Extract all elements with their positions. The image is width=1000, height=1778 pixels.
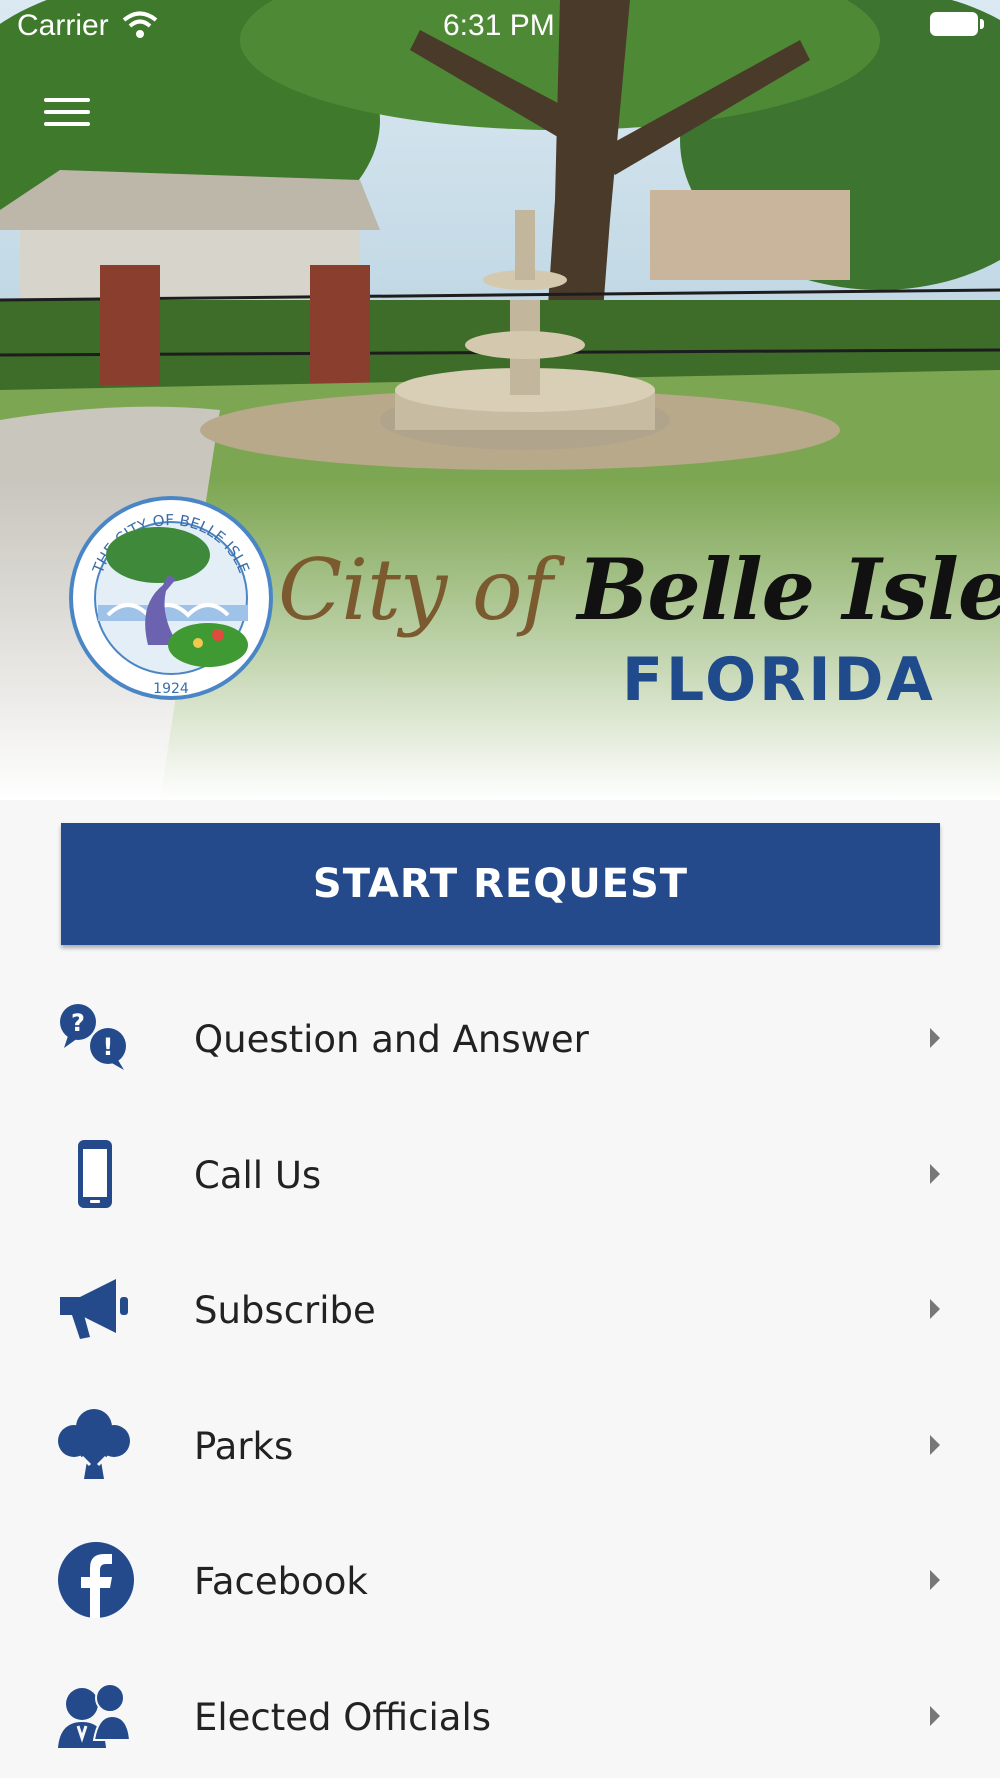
brand-state: FLORIDA [622,645,936,715]
menu-item-label: Question and Answer [194,1018,589,1061]
hamburger-menu-icon[interactable] [44,98,90,134]
clock: 6:31 PM [443,9,555,42]
chevron-right-icon [930,1570,940,1590]
chevron-right-icon [930,1163,940,1184]
menu-item-label: Subscribe [194,1289,376,1332]
chevron-right-icon [930,1028,940,1048]
phone-icon [78,1139,112,1208]
start-request-button[interactable]: START REQUEST [61,823,940,945]
chevron-right-icon [930,1299,940,1319]
brand-city-of: City of [278,541,578,639]
svg-text:!: ! [103,1033,114,1061]
seal-year: 1924 [153,681,189,697]
brand-wordmark: City of Belle Isle [278,540,1000,639]
menu-item-label: Parks [194,1424,294,1468]
menu-item-subscribe[interactable]: Subscribe [0,1241,1000,1377]
tree-icon [58,1408,130,1479]
menu-item-parks[interactable]: Parks [0,1377,1000,1513]
menu-item-question-and-answer[interactable]: ? ! Question and Answer [0,970,1000,1106]
menu-item-elected-officials[interactable]: Elected Officials [0,1648,1000,1778]
menu-list: ? ! Question and Answer Call Us Subscrib… [0,970,1000,1778]
wifi-icon [122,11,158,38]
menu-item-label: Call Us [194,1153,322,1197]
menu-item-facebook[interactable]: Facebook [0,1512,1000,1648]
megaphone-icon [60,1279,128,1339]
carrier-label: Carrier [17,9,109,42]
battery-icon [930,12,984,36]
officials-icon [58,1682,132,1748]
brand-belle-isle: Belle Isle [577,540,1000,639]
chevron-right-icon [930,1705,940,1726]
city-seal-logo: THE CITY OF BELLE ISLE 1924 [69,496,273,700]
menu-item-call-us[interactable]: Call Us [0,1106,1000,1242]
menu-item-label: Elected Officials [194,1695,492,1739]
menu-item-label: Facebook [194,1560,368,1603]
chevron-right-icon [930,1434,940,1455]
status-bar: Carrier 6:31 PM [0,0,1000,50]
facebook-icon [58,1542,134,1618]
hero-banner: Carrier 6:31 PM THE CITY OF BELLE ISLE 1… [0,0,1000,800]
svg-text:?: ? [71,1009,85,1037]
question-answer-icon: ? ! [60,1004,126,1070]
